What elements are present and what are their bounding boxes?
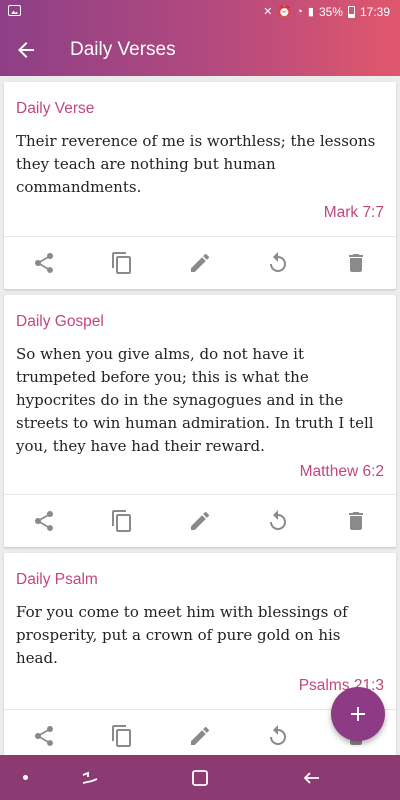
- recents-icon[interactable]: [78, 766, 102, 790]
- card-reference[interactable]: Matthew 6:2: [300, 463, 384, 481]
- card-text[interactable]: For you come to meet him with blessings …: [16, 601, 384, 670]
- edit-icon[interactable]: [188, 509, 212, 533]
- back-nav-icon[interactable]: [300, 766, 324, 790]
- daily-gospel-card: Daily Gospel So when you give alms, do n…: [4, 295, 396, 547]
- share-icon[interactable]: [32, 509, 56, 533]
- copy-icon[interactable]: [110, 724, 134, 748]
- copy-icon[interactable]: [110, 251, 134, 275]
- add-button[interactable]: [331, 687, 385, 741]
- card-text[interactable]: So when you give alms, do not have it tr…: [16, 343, 384, 458]
- home-icon[interactable]: [188, 766, 212, 790]
- page-title: Daily Verses: [70, 39, 176, 60]
- daily-verse-card: Daily Verse Their reverence of me is wor…: [4, 82, 396, 289]
- refresh-icon[interactable]: [266, 724, 290, 748]
- back-arrow-icon[interactable]: [14, 38, 38, 62]
- app-bar: Daily Verses: [0, 24, 400, 76]
- share-icon[interactable]: [32, 724, 56, 748]
- refresh-icon[interactable]: [266, 251, 290, 275]
- mute-icon: ✕: [263, 6, 273, 18]
- system-nav-bar: [0, 755, 400, 800]
- card-title: Daily Psalm: [16, 571, 98, 588]
- delete-icon[interactable]: [344, 509, 368, 533]
- share-icon[interactable]: [32, 251, 56, 275]
- clock: 17:39: [359, 5, 390, 19]
- copy-icon[interactable]: [110, 509, 134, 533]
- refresh-icon[interactable]: [266, 509, 290, 533]
- battery-icon: [347, 6, 355, 18]
- status-bar: ✕ ⏰ ◔ ▮ 35% 17:39: [0, 0, 400, 24]
- alarm-icon: ⏰: [277, 6, 292, 18]
- delete-icon[interactable]: [344, 251, 368, 275]
- card-title: Daily Gospel: [16, 313, 104, 330]
- card-text[interactable]: Their reverence of me is worthless; the …: [16, 130, 384, 199]
- card-title: Daily Verse: [16, 100, 95, 117]
- gallery-notification-icon: [8, 5, 21, 16]
- card-actions: [4, 495, 396, 547]
- wifi-icon: ◔: [296, 6, 303, 18]
- battery-percent: 35%: [318, 5, 343, 19]
- edit-icon[interactable]: [188, 251, 212, 275]
- signal-icon: ▮: [307, 6, 314, 18]
- add-icon: [351, 707, 365, 721]
- edit-icon[interactable]: [188, 724, 212, 748]
- card-actions: [4, 237, 396, 289]
- status-right: ✕ ⏰ ◔ ▮ 35% 17:39: [263, 5, 390, 19]
- nav-dot-indicator: [23, 775, 28, 780]
- card-reference[interactable]: Mark 7:7: [324, 204, 384, 222]
